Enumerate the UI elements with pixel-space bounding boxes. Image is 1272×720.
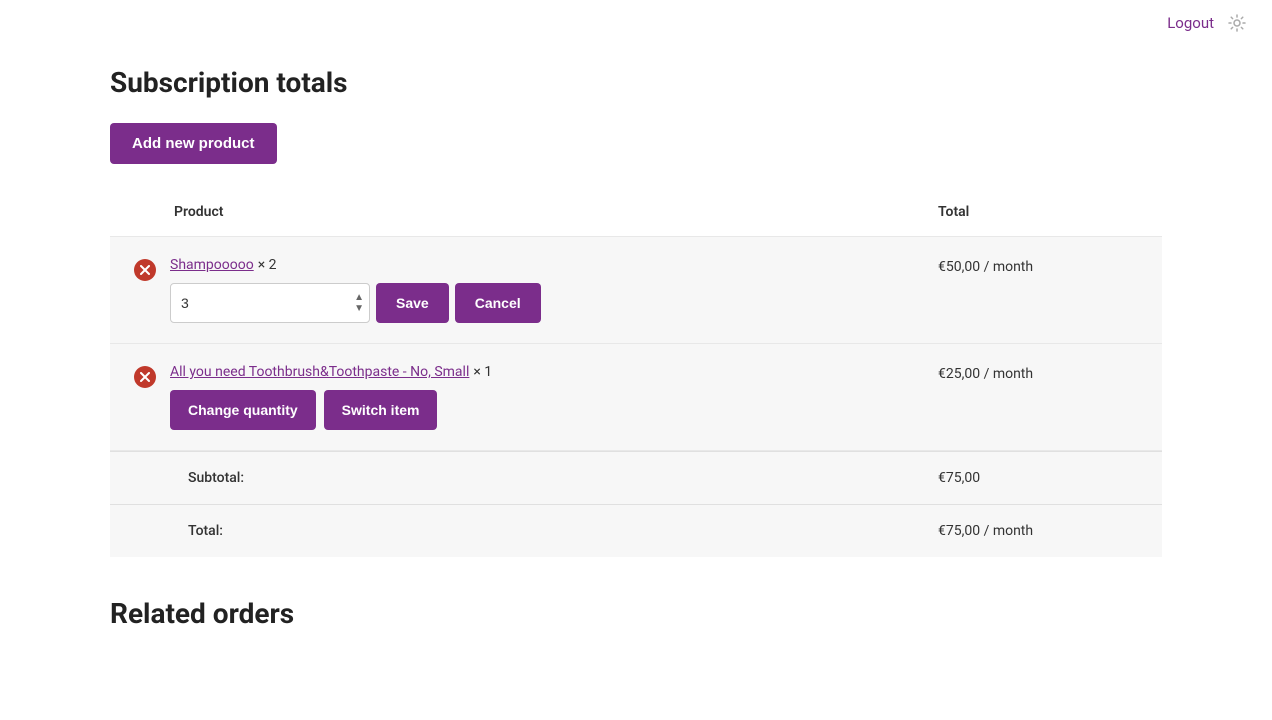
settings-icon [1226, 12, 1248, 34]
related-orders-title: Related orders [110, 597, 1162, 630]
product-total-1: €50,00 / month [938, 257, 1138, 275]
product-row-top-2: All you need Toothbrush&Toothpaste - No,… [170, 364, 938, 380]
logout-link[interactable]: Logout [1167, 14, 1214, 32]
total-label: Total: [134, 523, 938, 539]
qty-input-wrapper-1: ▲ ▼ [170, 283, 370, 323]
save-button-1[interactable]: Save [376, 283, 449, 323]
table-header: Product Total [110, 188, 1162, 237]
cancel-button-1[interactable]: Cancel [455, 283, 541, 323]
main-content: Subscription totals Add new product Prod… [0, 46, 1272, 650]
header: Logout [0, 0, 1272, 46]
subscription-table: Product Total Shampooooo × 2 [110, 188, 1162, 557]
qty-controls-1: ▲ ▼ Save Cancel [170, 283, 938, 323]
product-row-top-1: Shampooooo × 2 [170, 257, 938, 273]
subtotal-value: €75,00 [938, 470, 1138, 486]
product-name-link-1[interactable]: Shampooooo [170, 257, 254, 273]
change-quantity-button[interactable]: Change quantity [170, 390, 316, 430]
qty-spinner-1: ▲ ▼ [354, 293, 364, 314]
remove-item-button-2[interactable] [134, 366, 156, 388]
product-qty-1: × 2 [258, 257, 277, 273]
total-value: €75,00 / month [938, 523, 1138, 539]
subtotal-label: Subtotal: [134, 470, 938, 486]
product-total-2: €25,00 / month [938, 364, 1138, 382]
qty-down-1[interactable]: ▼ [354, 304, 364, 314]
qty-input-1[interactable] [170, 283, 370, 323]
col-product-header: Product [174, 204, 938, 220]
action-buttons-2: Change quantity Switch item [170, 390, 938, 430]
product-qty-2: × 1 [473, 364, 492, 380]
product-name-link-2[interactable]: All you need Toothbrush&Toothpaste - No,… [170, 364, 469, 380]
total-row: Total: €75,00 / month [110, 504, 1162, 557]
qty-up-1[interactable]: ▲ [354, 293, 364, 303]
switch-item-button[interactable]: Switch item [324, 390, 438, 430]
subtotal-row: Subtotal: €75,00 [110, 451, 1162, 504]
add-product-button[interactable]: Add new product [110, 123, 277, 164]
product-info-2: All you need Toothbrush&Toothpaste - No,… [156, 364, 938, 430]
table-row: All you need Toothbrush&Toothpaste - No,… [110, 344, 1162, 451]
page-title: Subscription totals [110, 66, 1162, 99]
col-remove-header [134, 204, 174, 220]
col-total-header: Total [938, 204, 1138, 220]
table-row: Shampooooo × 2 ▲ ▼ Save Cancel €50,00 / … [110, 237, 1162, 344]
remove-item-button-1[interactable] [134, 259, 156, 281]
product-info-1: Shampooooo × 2 ▲ ▼ Save Cancel [156, 257, 938, 323]
